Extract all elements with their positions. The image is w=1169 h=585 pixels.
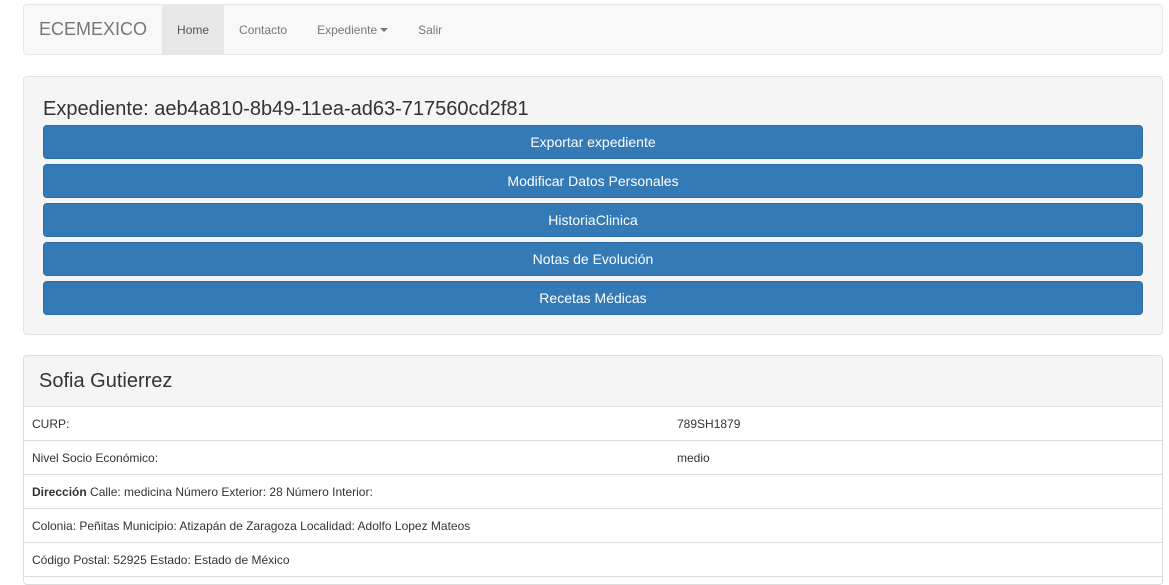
exportar-expediente-button[interactable]: Exportar expediente [43, 125, 1143, 159]
table-row: Dirección Calle: medicina Número Exterio… [24, 475, 1162, 509]
direccion-text: Dirección Calle: medicina Número Exterio… [32, 485, 373, 499]
patient-name: Sofia Gutierrez [39, 369, 173, 392]
nav-home[interactable]: Home [162, 5, 225, 54]
historia-clinica-button[interactable]: HistoriaClinica [43, 203, 1143, 237]
modificar-datos-button[interactable]: Modificar Datos Personales [43, 164, 1143, 198]
recetas-medicas-button[interactable]: Recetas Médicas [43, 281, 1143, 315]
table-row: Nivel Socio Económico: medio [24, 441, 1162, 475]
curp-label: CURP: [32, 416, 70, 431]
nav-expediente-dropdown[interactable]: Expediente [302, 5, 403, 54]
caret-down-icon [380, 27, 389, 32]
patient-panel-heading: Sofia Gutierrez [24, 356, 1162, 407]
patient-panel: Sofia Gutierrez CURP: 789SH1879 Nivel So… [23, 355, 1163, 585]
direccion-label: Dirección [32, 484, 87, 499]
nivel-value: medio [677, 450, 710, 465]
direccion-detail: Calle: medicina Número Exterior: 28 Núme… [86, 484, 373, 499]
nav-contacto[interactable]: Contacto [224, 5, 302, 54]
table-row: CURP: 789SH1879 [24, 407, 1162, 441]
expediente-well: Expediente: aeb4a810-8b49-11ea-ad63-7175… [23, 76, 1163, 335]
navbar: ECEMEXICO Home Contacto Expediente Salir [23, 4, 1163, 55]
nav-expediente-label: Expediente [317, 22, 378, 37]
nivel-label: Nivel Socio Económico: [32, 450, 159, 465]
curp-value: 789SH1879 [677, 416, 741, 431]
brand-link[interactable]: ECEMEXICO [24, 5, 162, 54]
nav-salir[interactable]: Salir [403, 5, 457, 54]
codigo-postal-text: Código Postal: 52925 Estado: Estado de M… [32, 552, 290, 567]
table-row: Colonia: Peñitas Municipio: Atizapán de … [24, 509, 1162, 543]
expediente-title: Expediente: aeb4a810-8b49-11ea-ad63-7175… [43, 98, 529, 120]
colonia-text: Colonia: Peñitas Municipio: Atizapán de … [32, 518, 471, 533]
notas-evolucion-button[interactable]: Notas de Evolución [43, 242, 1143, 276]
